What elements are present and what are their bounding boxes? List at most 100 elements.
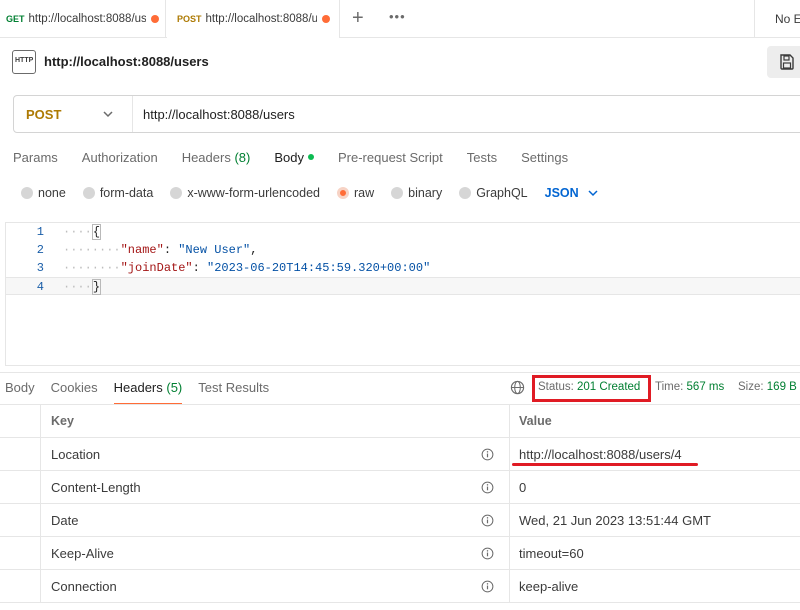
info-icon[interactable]: [481, 448, 494, 461]
radio-label: x-www-form-urlencoded: [187, 186, 320, 200]
radio-label: raw: [354, 186, 375, 200]
tab-params[interactable]: Params: [13, 150, 58, 170]
response-size[interactable]: Size: 169 B: [738, 381, 797, 393]
json-key: "name": [120, 243, 164, 257]
radio-raw[interactable]: raw: [337, 186, 374, 200]
tab-url-label: http://localhost:8088/users: [205, 13, 317, 25]
radio-label: binary: [408, 186, 443, 200]
radio-binary[interactable]: binary: [391, 186, 442, 200]
response-tab-cookies[interactable]: Cookies: [51, 380, 98, 405]
response-tab-body[interactable]: Body: [5, 380, 35, 405]
tab-method-label: GET: [6, 14, 25, 24]
radio-circle-icon: [459, 187, 472, 199]
table-row: Connection keep-alive: [0, 570, 800, 603]
tab-prerequest-script[interactable]: Pre-request Script: [338, 150, 443, 170]
header-key: Location: [51, 447, 101, 462]
save-button[interactable]: [767, 46, 800, 78]
format-select[interactable]: JSON: [545, 186, 599, 200]
response-tab-test-results[interactable]: Test Results: [198, 380, 269, 405]
http-icon-label: HTTP: [15, 57, 34, 64]
unsaved-dot-icon: [150, 15, 159, 23]
info-icon[interactable]: [481, 547, 494, 560]
info-icon[interactable]: [481, 514, 494, 527]
method-select[interactable]: POST: [14, 96, 133, 132]
json-key: "joinDate": [120, 261, 193, 275]
new-tab-plus-icon[interactable]: +: [352, 7, 364, 29]
radio-label: form-data: [99, 186, 154, 200]
response-time[interactable]: Time: 567 ms: [655, 381, 724, 393]
info-icon[interactable]: [481, 481, 494, 494]
line-number: 1: [36, 225, 44, 239]
request-tab-get-users[interactable]: GET http://localhost:8088/users: [0, 0, 166, 38]
method-value: POST: [26, 106, 62, 122]
http-request-icon: HTTP: [12, 50, 36, 74]
radio-label: GraphQL: [476, 186, 528, 200]
url-input[interactable]: http://localhost:8088/users: [133, 107, 295, 122]
radio-urlencoded[interactable]: x-www-form-urlencoded: [170, 186, 320, 200]
request-title[interactable]: http://localhost:8088/users: [44, 54, 209, 69]
tab-body-label: Body: [274, 150, 304, 165]
header-value: Wed, 21 Jun 2023 13:51:44 GMT: [519, 513, 711, 528]
header-value: 0: [519, 480, 527, 495]
header-key: Connection: [51, 579, 117, 594]
column-key-header: Key: [51, 414, 74, 428]
radio-form-data[interactable]: form-data: [82, 186, 154, 200]
tab-authorization[interactable]: Authorization: [82, 150, 158, 170]
radio-none[interactable]: none: [21, 186, 66, 200]
json-value: "2023-06-20T14:45:59.320+00:00": [207, 261, 431, 275]
request-tab-post-users[interactable]: POST http://localhost:8088/users: [167, 0, 340, 38]
environment-selector[interactable]: No Environment: [754, 0, 800, 38]
size-label: Size:: [738, 381, 764, 393]
header-value: http://localhost:8088/users/4: [519, 447, 682, 462]
location-annotation-underline: [512, 463, 698, 466]
table-row: Location http://localhost:8088/users/4: [0, 438, 800, 471]
more-tabs-icon[interactable]: •••: [389, 9, 406, 24]
header-value: keep-alive: [519, 579, 579, 594]
header-key: Keep-Alive: [51, 546, 114, 561]
time-value: 567 ms: [686, 381, 725, 393]
response-headers-table: Key Value Location http://localhost:8088…: [0, 404, 800, 603]
open-brace: {: [91, 224, 102, 240]
radio-circle-icon: [391, 187, 404, 199]
response-tab-headers[interactable]: Headers (5): [113, 380, 183, 405]
close-brace: }: [91, 279, 102, 295]
json-value: "New User": [178, 243, 251, 257]
response-status: Status: 201 Created: [538, 381, 640, 393]
tab-body[interactable]: Body: [274, 150, 314, 170]
body-indicator-dot-icon: [307, 154, 314, 160]
headers-count: (8): [234, 150, 251, 165]
info-icon[interactable]: [481, 580, 494, 593]
response-divider[interactable]: [0, 372, 800, 373]
line-number: 3: [36, 261, 44, 275]
request-tabs: Params Authorization Headers (8) Body Pr…: [13, 150, 592, 170]
code-line: 4 ····}: [6, 277, 800, 295]
unsaved-dot-icon: [321, 15, 330, 23]
header-key: Content-Length: [51, 480, 141, 495]
save-icon: [780, 54, 794, 70]
radio-circle-icon: [21, 187, 33, 199]
line-number: 4: [36, 280, 44, 294]
line-number: 2: [36, 243, 44, 257]
tab-tests[interactable]: Tests: [467, 150, 497, 170]
table-row: Keep-Alive timeout=60: [0, 537, 800, 570]
size-value: 169 B: [766, 381, 797, 393]
chevron-down-icon: [588, 190, 598, 197]
radio-graphql[interactable]: GraphQL: [459, 186, 528, 200]
status-label: Status:: [538, 381, 574, 393]
header-key: Date: [51, 513, 79, 528]
code-editor[interactable]: 1 ····{ 2 ········"name": "New User", 3 …: [5, 222, 800, 366]
body-type-selector: none form-data x-www-form-urlencoded raw…: [21, 186, 599, 200]
table-row: Date Wed, 21 Jun 2023 13:51:44 GMT: [0, 504, 800, 537]
tab-headers[interactable]: Headers (8): [182, 150, 251, 170]
tab-settings[interactable]: Settings: [521, 150, 568, 170]
response-tab-headers-label: Headers: [113, 380, 163, 395]
chevron-down-icon: [103, 111, 113, 118]
tab-headers-label: Headers: [181, 150, 231, 165]
globe-icon[interactable]: [510, 380, 525, 395]
table-header-row: Key Value: [0, 405, 800, 438]
code-line: 3 ········"joinDate": "2023-06-20T14:45:…: [6, 259, 800, 277]
column-value-header: Value: [519, 414, 552, 428]
radio-circle-icon: [82, 187, 95, 199]
header-value: timeout=60: [519, 546, 584, 561]
code-line: 2 ········"name": "New User",: [6, 241, 800, 259]
